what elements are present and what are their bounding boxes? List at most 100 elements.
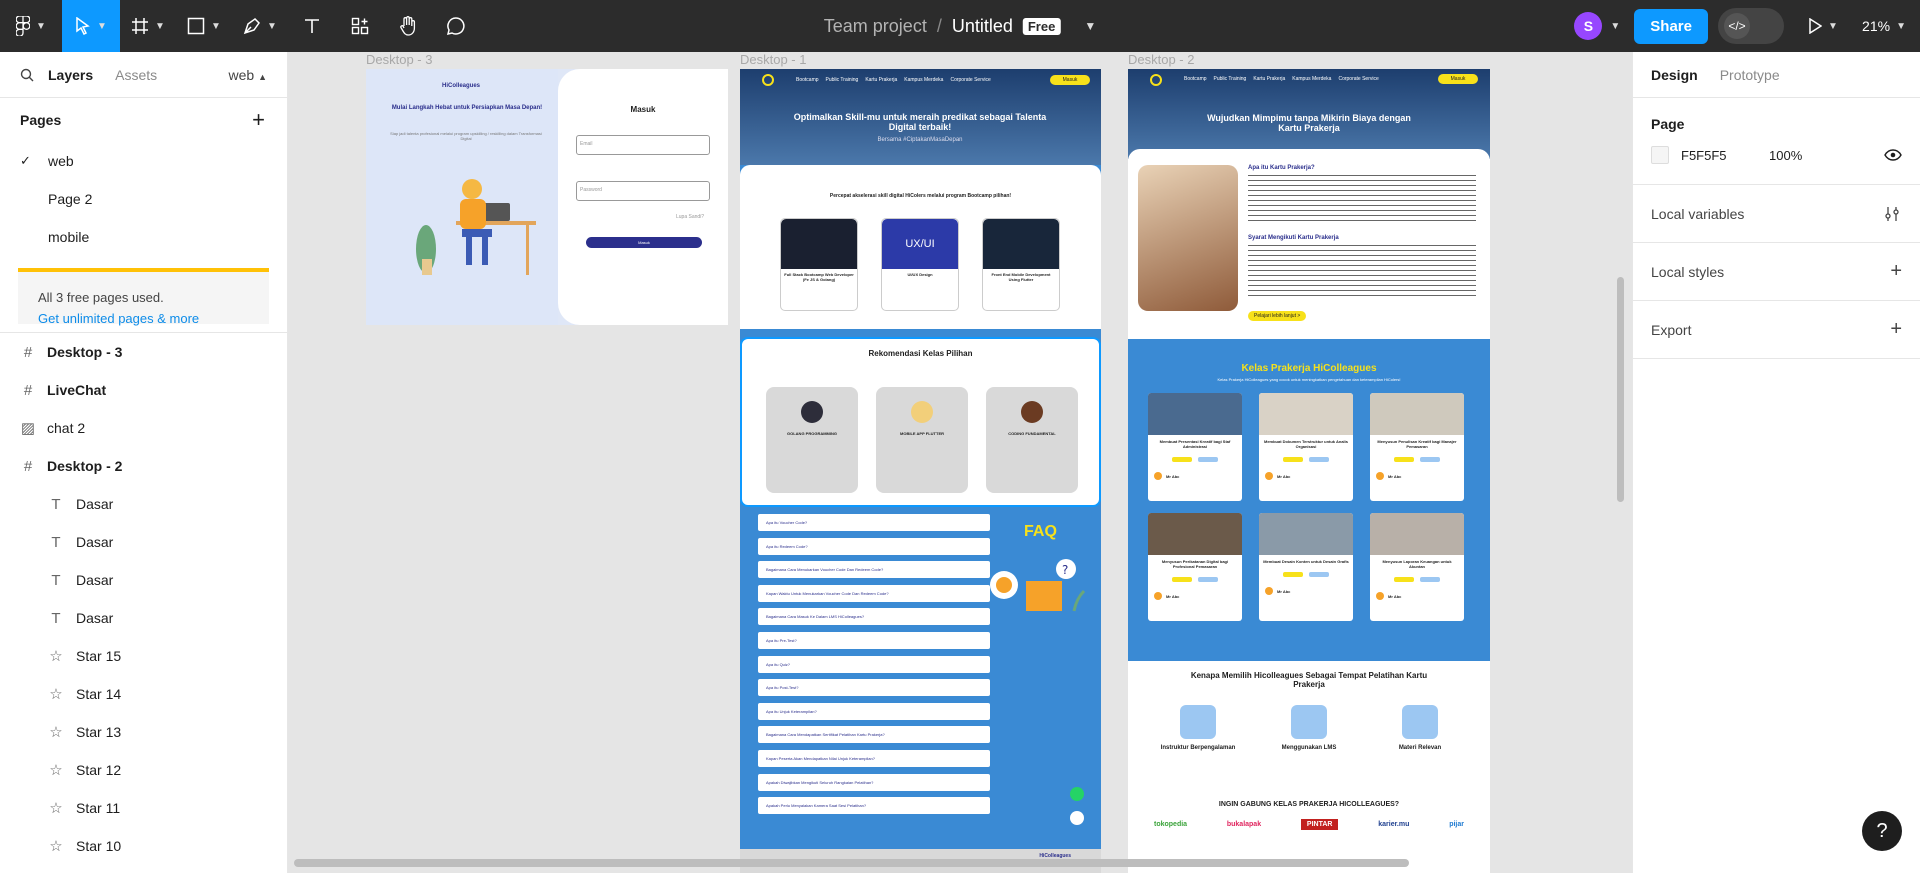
page-item-page-2[interactable]: Page 2 [0,180,287,218]
faq-item[interactable]: Apakah Diwajibkan Mengikuti Seluruh Rang… [758,773,990,791]
file-menu-chevron-icon[interactable]: ▼ [1084,19,1096,33]
faq-item[interactable]: Apakah Perlu Menyalakan Kamera Saat Sesi… [758,797,990,815]
text-tool-button[interactable] [288,0,336,52]
faq-item[interactable]: Apa itu Redeem Code? [758,537,990,555]
shape-tool-button[interactable]: ▼ [176,0,232,52]
dev-mode-toggle[interactable]: </> [1718,8,1784,44]
faq-item[interactable]: Apa itu Quiz? [758,655,990,673]
kelas-card[interactable]: Menyusun Laporan Keuangan untuk Akuntan M… [1370,513,1464,621]
layer-item[interactable]: # LiveChat [0,371,287,409]
frame-desktop-2[interactable]: Bootcamp Public Training Kartu Prakerja … [1128,69,1490,873]
nav-link[interactable]: Public Training [1214,76,1247,82]
layer-item[interactable]: ☆ Star 10 [0,827,287,865]
class-card[interactable]: CODING FUNDAMENTAL [986,387,1078,493]
tab-assets[interactable]: Assets [115,67,157,83]
bootcamp-card[interactable]: Full Stack Bootcamp Web Developer (Fe JS… [780,218,858,311]
layer-item[interactable]: ☆ Star 13 [0,713,287,751]
hand-tool-button[interactable] [384,0,432,52]
local-variables-row[interactable]: Local variables [1633,185,1920,243]
project-name[interactable]: Team project [824,16,927,37]
nav-link[interactable]: Bootcamp [1184,76,1207,82]
tab-design[interactable]: Design [1651,67,1698,83]
vertical-scrollbar[interactable] [1617,277,1624,502]
canvas[interactable]: Desktop - 3 HiColleagues Mulai Langkah H… [288,52,1632,873]
nav-link[interactable]: Kampus Merdeka [904,77,943,83]
nav-link[interactable]: Kartu Prakerja [1253,76,1285,82]
help-button[interactable]: ? [1862,811,1902,851]
layer-item[interactable]: ▨ chat 2 [0,409,287,447]
faq-item[interactable]: Bagaimana Cara Menukarkan Voucher Code D… [758,561,990,579]
bootcamp-card[interactable]: UX/UI UI/UX Design [881,218,959,311]
layer-item[interactable]: T Dasar [0,523,287,561]
layer-item[interactable]: T Dasar [0,485,287,523]
layer-item[interactable]: # Desktop - 3 [0,333,287,371]
zoom-menu[interactable]: 21% ▼ [1848,0,1920,52]
password-field[interactable]: Password [576,181,710,201]
email-field[interactable]: Email [576,135,710,155]
layer-item[interactable]: T Dasar [0,599,287,637]
page-item-mobile[interactable]: mobile [0,218,287,256]
kelas-card[interactable]: Membuat Presentasi Kreatif bagi Staf Adm… [1148,393,1242,501]
layer-item[interactable]: ☆ Star 14 [0,675,287,713]
faq-item[interactable]: Apa itu Post-Test? [758,679,990,697]
forgot-password-link[interactable]: Lupa Sandi? [676,214,704,220]
upgrade-link[interactable]: Get unlimited pages & more [38,311,269,326]
nav-link[interactable]: Corporate Service [1338,76,1378,82]
nav-link[interactable]: Corporate Service [950,77,990,83]
frame-label[interactable]: Desktop - 2 [1128,52,1194,67]
layer-item[interactable]: T Dasar [0,561,287,599]
faq-item[interactable]: Apa itu Voucher Code? [758,514,990,531]
add-page-icon[interactable]: + [252,107,265,133]
layer-item[interactable]: ☆ Star 15 [0,637,287,675]
share-button[interactable]: Share [1634,8,1708,44]
class-card[interactable]: GOLANG PROGRAMMING [766,387,858,493]
search-icon[interactable] [20,68,34,82]
kelas-card[interactable]: Membuat Desain Konten untuk Desain Grafi… [1259,513,1353,621]
frame-desktop-3[interactable]: HiColleagues Mulai Langkah Hebat untuk P… [366,69,728,325]
frame-label[interactable]: Desktop - 1 [740,52,806,67]
export-row[interactable]: Export + [1633,301,1920,359]
page-color-hex[interactable]: F5F5F5 [1681,148,1769,163]
nav-login-button[interactable]: Masuk [1438,74,1478,84]
chevron-down-icon[interactable]: ▼ [1610,21,1620,32]
variables-icon[interactable] [1884,206,1900,222]
page-switcher[interactable]: web ▲ [229,67,268,83]
frame-label[interactable]: Desktop - 3 [366,52,432,67]
bootcamp-card[interactable]: Front End Mobile Development Using Flutt… [982,218,1060,311]
layer-item[interactable]: # Desktop - 2 [0,447,287,485]
file-name[interactable]: Untitled [952,16,1013,37]
layer-item[interactable]: ☆ Star 11 [0,789,287,827]
nav-link[interactable]: Bootcamp [796,77,819,83]
page-color-swatch[interactable] [1651,146,1669,164]
kelas-card[interactable]: Menyusun Perikatanan Digital bagi Profes… [1148,513,1242,621]
tab-prototype[interactable]: Prototype [1720,67,1780,83]
class-card[interactable]: MOBILE APP FLUTTER [876,387,968,493]
eye-icon[interactable] [1884,149,1902,161]
page-item-web[interactable]: ✓ web [0,142,287,180]
pen-tool-button[interactable]: ▼ [232,0,288,52]
faq-item[interactable]: Kapan Peserta Akan Mendapatkan Nilai Unj… [758,749,990,767]
frame-desktop-1[interactable]: Bootcamp Public Training Kartu Prakerja … [740,69,1101,873]
comment-tool-button[interactable] [432,0,480,52]
chat-icon[interactable] [1070,811,1084,825]
horizontal-scrollbar[interactable] [294,859,1409,867]
user-avatar[interactable]: S [1574,12,1603,40]
layer-item[interactable]: ☆ Star 12 [0,751,287,789]
resources-button[interactable] [336,0,384,52]
kelas-card[interactable]: Menyusun Penulisan Kreatif bagi Manajer … [1370,393,1464,501]
frame-tool-button[interactable]: ▼ [120,0,176,52]
nav-link[interactable]: Kampus Merdeka [1292,76,1331,82]
faq-item[interactable]: Apa itu Pre-Test? [758,631,990,649]
faq-item[interactable]: Kapan Waktu Untuk Menukarkan Voucher Cod… [758,584,990,602]
faq-item[interactable]: Bagaimana Cara Mendapatkan Sertifikat Pe… [758,726,990,744]
learn-more-button[interactable]: Pelajari lebih lanjut > [1248,311,1307,321]
kelas-card[interactable]: Membuat Dokumen Terstruktur untuk Analis… [1259,393,1353,501]
tab-layers[interactable]: Layers [48,67,93,83]
login-button[interactable]: Masuk [586,237,702,248]
nav-login-button[interactable]: Masuk [1050,75,1090,85]
nav-link[interactable]: Public Training [826,77,859,83]
faq-item[interactable]: Apa itu Unjuk Keterampilan? [758,702,990,720]
nav-link[interactable]: Kartu Prakerja [865,77,897,83]
whatsapp-icon[interactable] [1070,787,1084,801]
add-export-icon[interactable]: + [1890,318,1902,341]
